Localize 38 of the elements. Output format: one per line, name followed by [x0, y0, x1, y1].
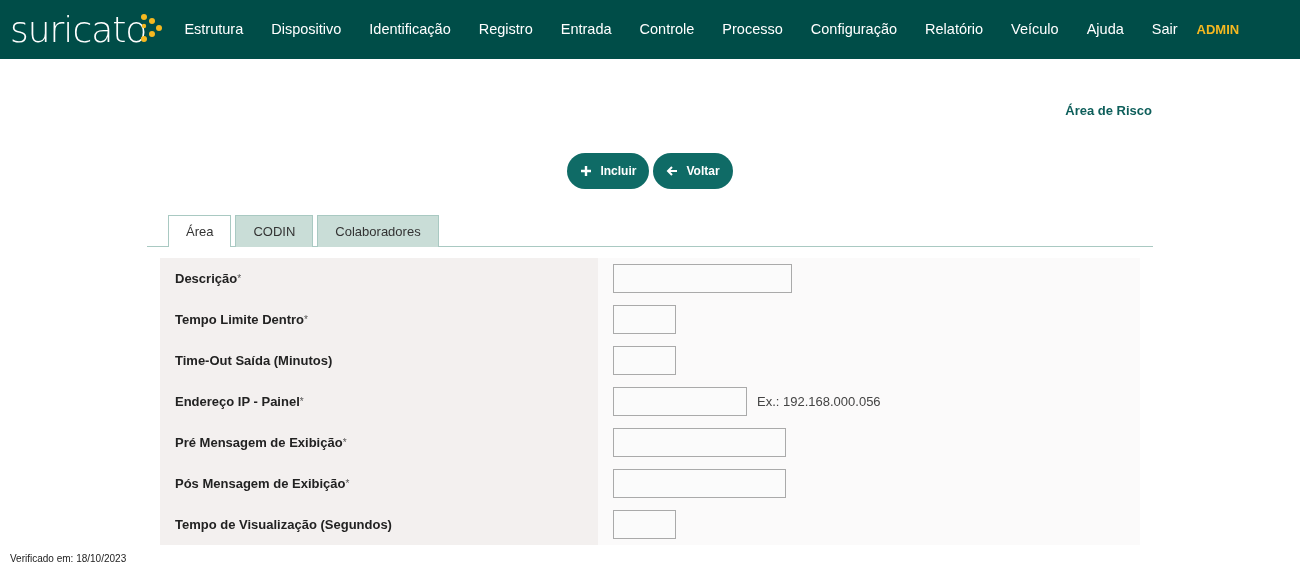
verification-date: Verificado em: 18/10/2023 [9, 552, 128, 566]
input-field[interactable] [613, 346, 676, 375]
field-label: Tempo Limite Dentro* [160, 299, 598, 340]
page-title: Área de Risco [1065, 102, 1152, 120]
nav-link[interactable]: Dispositivo [257, 18, 356, 41]
add-button[interactable]: Incluir [567, 152, 650, 189]
input-field[interactable] [613, 428, 786, 457]
nav-link[interactable]: Ajuda [1072, 18, 1138, 41]
field-label: Time-Out Saída (Minutos) [160, 340, 598, 381]
field-label: Descrição* [160, 258, 598, 299]
input-field[interactable] [613, 469, 786, 498]
nav-link[interactable]: Entrada [546, 18, 626, 41]
nav-link[interactable]: Processo [708, 18, 797, 41]
user-link[interactable]: ADMIN [1191, 19, 1254, 40]
field-label: Pós Mensagem de Exibição* [160, 463, 598, 504]
field-label: Endereço IP - Painel* [160, 381, 598, 422]
nav-link[interactable]: Sair [1137, 18, 1192, 41]
tab[interactable]: CODIN [235, 214, 314, 247]
left-arrow-icon [666, 164, 679, 177]
nav-link[interactable]: Identificação [355, 18, 465, 41]
input-field[interactable] [613, 264, 792, 293]
input-field[interactable] [613, 305, 676, 334]
tab[interactable]: Área [168, 214, 232, 247]
logo-wordmark: suricato [10, 11, 147, 48]
back-button[interactable]: Voltar [653, 152, 733, 189]
plus-icon [580, 164, 593, 177]
field-label: Tempo de Visualização (Segundos) [160, 504, 598, 545]
input-field[interactable] [613, 387, 747, 416]
nav-link[interactable]: Controle [625, 18, 709, 41]
nav-link[interactable]: Veículo [997, 18, 1073, 41]
input-field[interactable] [613, 510, 676, 539]
tab[interactable]: Colaboradores [317, 214, 439, 247]
field-label: Pré Mensagem de Exibição* [160, 422, 598, 463]
nav-link[interactable]: Relatório [911, 18, 998, 41]
field-hint: Ex.: 192.168.000.056 [757, 392, 881, 411]
nav-link[interactable]: Estrutura [170, 18, 258, 41]
nav-link[interactable]: Registro [464, 18, 547, 41]
nav-link[interactable]: Configuração [796, 18, 912, 41]
